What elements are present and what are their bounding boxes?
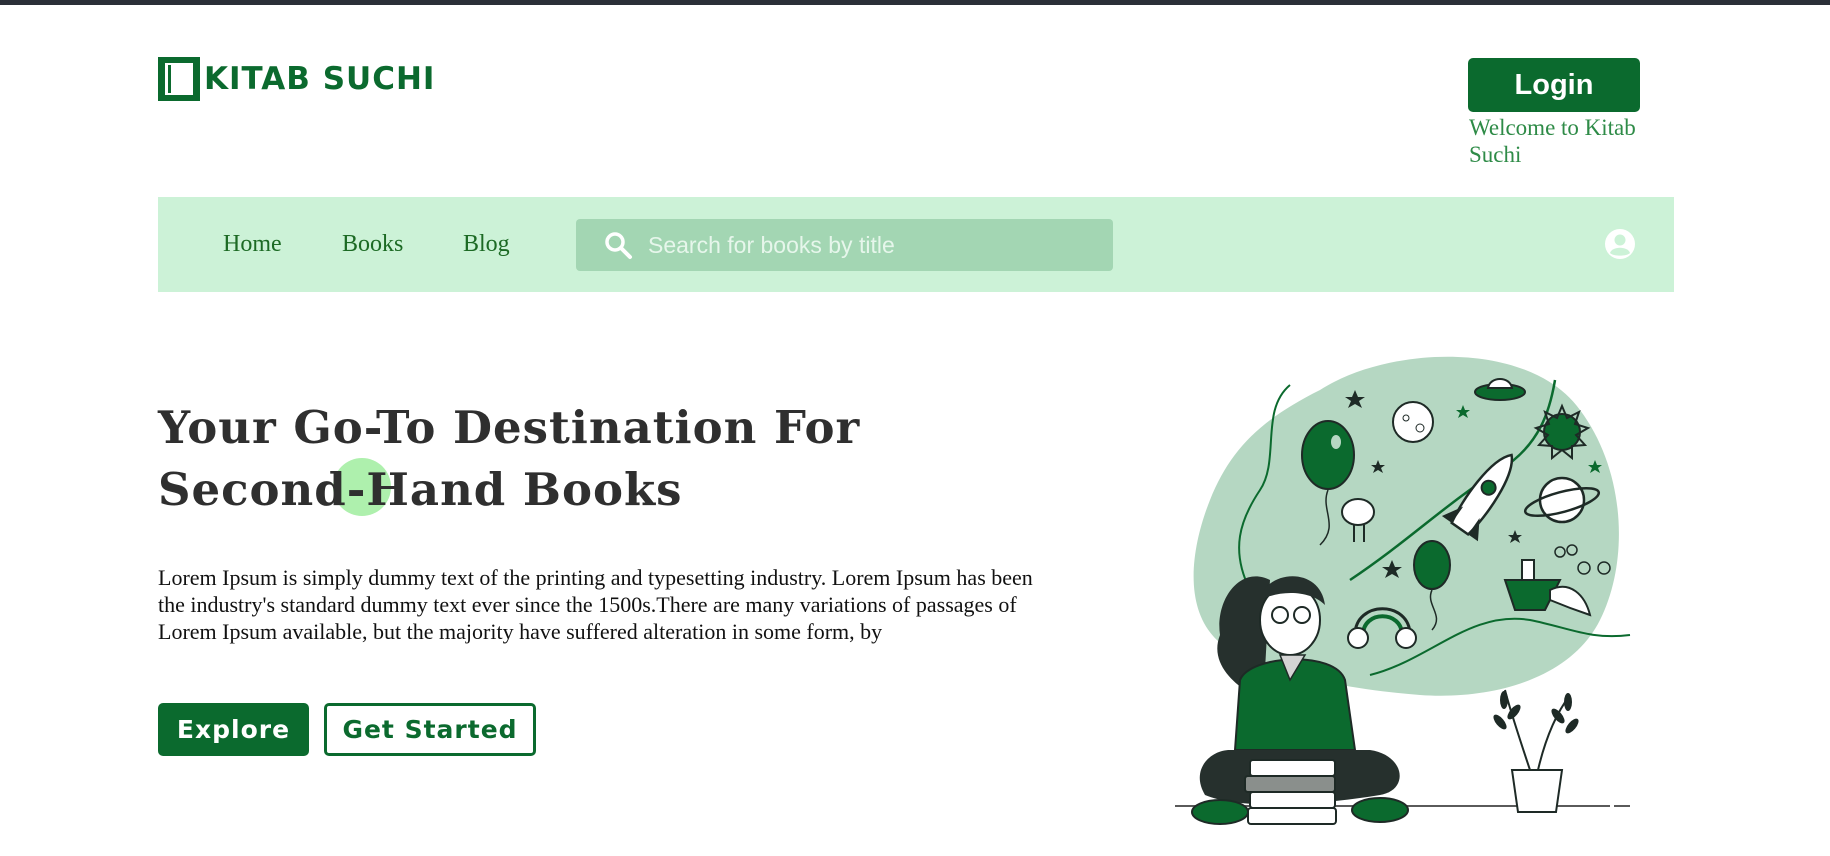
hero-description: Lorem Ipsum is simply dummy text of the …	[158, 565, 1033, 644]
top-border	[0, 0, 1830, 5]
book-icon	[158, 57, 200, 101]
explore-button[interactable]: Explore	[158, 703, 309, 756]
logo-text: KITAB SUCHI	[204, 61, 436, 97]
nav-link-books[interactable]: Books	[342, 231, 403, 257]
get-started-button[interactable]: Get Started	[324, 703, 536, 756]
search-bar[interactable]	[576, 219, 1113, 271]
nav-link-home[interactable]: Home	[223, 231, 282, 257]
logo[interactable]: KITAB SUCHI	[158, 56, 435, 102]
reading-girl-illustration	[1175, 356, 1631, 825]
user-icon[interactable]	[1604, 228, 1636, 260]
hero-title: Your Go-To Destination For Second-Hand B…	[158, 401, 861, 516]
welcome-message: Welcome to Kitab Suchi	[1469, 115, 1636, 167]
nav-link-blog[interactable]: Blog	[463, 231, 510, 257]
search-input[interactable]	[648, 231, 1098, 259]
search-icon[interactable]	[602, 229, 634, 261]
navigation-bar: Home Books Blog	[158, 197, 1674, 292]
login-button[interactable]: Login	[1468, 58, 1640, 112]
